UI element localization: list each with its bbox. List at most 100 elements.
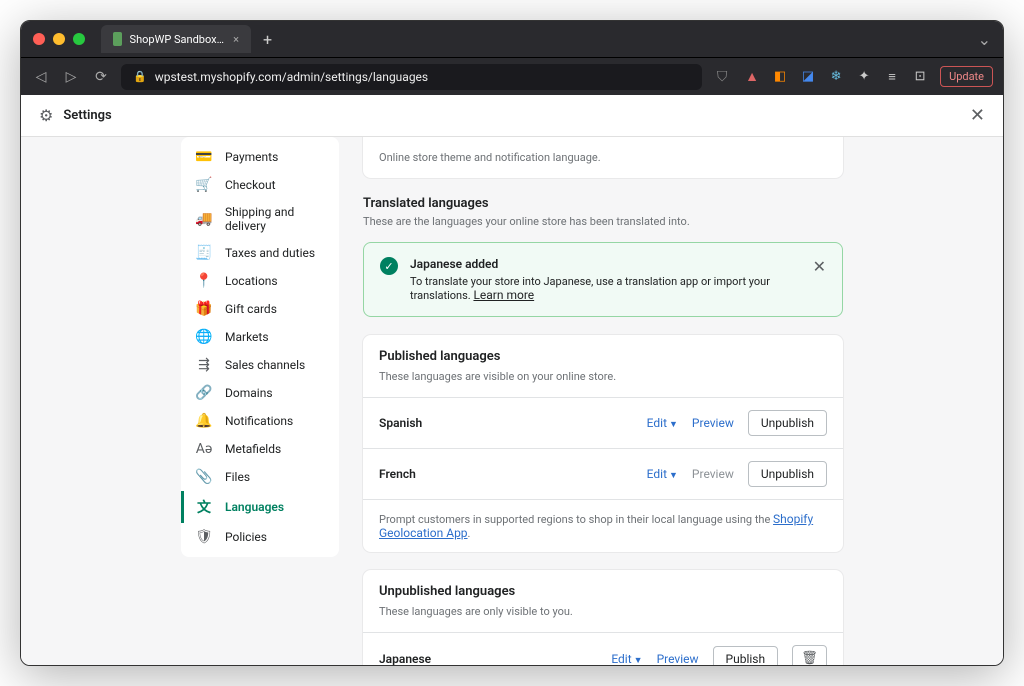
- locations-icon: 📍: [195, 273, 213, 289]
- app-frame: ⚙ Settings ✕ 💳 Payments 🛒Checkout 🚚 Shippi…: [21, 95, 1003, 665]
- sidebar-item-taxes[interactable]: 🧾 Taxes and duties: [181, 239, 339, 267]
- metafields-icon: Aə: [195, 441, 213, 457]
- edit-dropdown[interactable]: Edit▼: [647, 416, 678, 430]
- close-window-button[interactable]: [33, 33, 45, 45]
- shield-icon[interactable]: ⛉: [712, 69, 732, 85]
- banner-title: Japanese added: [410, 257, 801, 271]
- tab-close-icon[interactable]: ×: [233, 33, 239, 46]
- sidebar-item-notifications[interactable]: 🔔 Notifications: [181, 407, 339, 435]
- language-name: Spanish: [379, 416, 422, 430]
- sidebar-item-label: Locations: [225, 274, 278, 288]
- extensions-puzzle-icon[interactable]: ✦: [856, 69, 872, 85]
- theme-desc: Online store theme and notification lang…: [379, 151, 827, 164]
- unpublished-card: Unpublished languages These languages ar…: [363, 570, 843, 665]
- sidebar-item-label: Notifications: [225, 414, 293, 428]
- back-button[interactable]: ◁: [31, 69, 51, 85]
- published-card: Published languages These languages are …: [363, 335, 843, 552]
- minimize-window-button[interactable]: [53, 33, 65, 45]
- unpublished-sub: These languages are only visible to you.: [379, 605, 827, 618]
- delete-button[interactable]: 🗑: [792, 645, 827, 665]
- sidebar-item-gift-cards[interactable]: 🎁 Gift cards: [181, 295, 339, 323]
- unpublish-button[interactable]: Unpublish: [748, 410, 827, 436]
- browser-toolbar: ◁ ▷ ⟳ 🔒 wpstest.myshopify.com/admin/sett…: [21, 57, 1003, 95]
- sidebar-item-metafields[interactable]: Aə Metafields: [181, 435, 339, 463]
- sidebar-item-label: Domains: [225, 386, 273, 400]
- payments-icon: 💳: [195, 149, 213, 165]
- chevron-down-icon: ▼: [669, 471, 678, 481]
- app-header: ⚙ Settings ✕: [21, 95, 1003, 137]
- theme-card: Online store theme and notification lang…: [363, 137, 843, 178]
- bell-icon: 🔔: [195, 413, 213, 429]
- ext-icon-1[interactable]: ◧: [772, 69, 788, 85]
- browser-tab[interactable]: ShopWP Sandbox ~ Store lang… ×: [101, 25, 251, 53]
- banner-close-icon[interactable]: ✕: [813, 257, 826, 276]
- language-name: French: [379, 467, 416, 481]
- main-content: Online store theme and notification lang…: [363, 137, 843, 665]
- ext-icon-3[interactable]: ❄: [828, 69, 844, 85]
- translated-heading: Translated languages: [363, 196, 843, 211]
- publish-button[interactable]: Publish: [713, 646, 779, 666]
- gear-icon: ⚙: [39, 106, 53, 125]
- reload-button[interactable]: ⟳: [91, 69, 111, 85]
- published-sub: These languages are visible on your onli…: [379, 370, 827, 383]
- sidebar-item-payments[interactable]: 💳 Payments: [181, 143, 339, 171]
- sidebar-item-label: Taxes and duties: [225, 246, 315, 260]
- forward-button[interactable]: ▷: [61, 69, 81, 85]
- domains-icon: 🔗: [195, 385, 213, 401]
- unpublish-button[interactable]: Unpublish: [748, 461, 827, 487]
- tab-title: ShopWP Sandbox ~ Store lang…: [130, 33, 226, 46]
- sidebar-item-label: Policies: [225, 530, 267, 544]
- extensions-area: ◧ ◪ ❄ ✦ ≡ ⊡ Update: [772, 66, 993, 87]
- settings-sidebar: 💳 Payments 🛒Checkout 🚚 Shipping and delive…: [181, 137, 339, 557]
- preview-link[interactable]: Preview: [692, 416, 734, 430]
- sidebar-item-markets[interactable]: 🌐Markets: [181, 323, 339, 351]
- unpublished-heading: Unpublished languages: [379, 584, 827, 599]
- new-tab-button[interactable]: +: [263, 30, 272, 49]
- browser-update-button[interactable]: Update: [940, 66, 993, 87]
- shipping-icon: 🚚: [195, 211, 213, 227]
- ext-icon-2[interactable]: ◪: [800, 69, 816, 85]
- files-icon: 📎: [195, 469, 213, 485]
- preview-link: Preview: [692, 467, 734, 481]
- page-title: Settings: [63, 108, 111, 123]
- translated-sub: These are the languages your online stor…: [363, 215, 843, 228]
- chevron-down-icon: ▼: [634, 656, 643, 666]
- sidebar-item-label: Gift cards: [225, 302, 277, 316]
- sidebar-item-label: Shipping and delivery: [225, 205, 325, 233]
- browser-chrome: ShopWP Sandbox ~ Store lang… × + ⌄ ◁ ▷ ⟳…: [21, 21, 1003, 95]
- tabs-menu-icon[interactable]: ⌄: [978, 30, 991, 49]
- address-bar[interactable]: 🔒 wpstest.myshopify.com/admin/settings/l…: [121, 64, 702, 90]
- sidebar-item-policies[interactable]: 🛡 Policies: [181, 523, 339, 551]
- sidebar-item-locations[interactable]: 📍 Locations: [181, 267, 339, 295]
- lock-icon: 🔒: [133, 70, 147, 83]
- sidebar-item-label: Sales channels: [225, 358, 305, 372]
- url-text: wpstest.myshopify.com/admin/settings/lan…: [155, 70, 428, 84]
- sidebar-item-shipping[interactable]: 🚚 Shipping and delivery: [181, 199, 339, 239]
- sidebar-item-files[interactable]: 📎 Files: [181, 463, 339, 491]
- tab-favicon: [113, 32, 122, 46]
- maximize-window-button[interactable]: [73, 33, 85, 45]
- language-row-japanese: Japanese Edit▼ Preview Publish 🗑: [363, 632, 843, 665]
- success-banner: ✓ Japanese added To translate your store…: [363, 242, 843, 317]
- ext-icon-4[interactable]: ≡: [884, 69, 900, 85]
- sidebar-item-checkout[interactable]: 🛒Checkout: [181, 171, 339, 199]
- sidebar-item-label: Metafields: [225, 442, 281, 456]
- check-icon: ✓: [380, 257, 398, 275]
- sidebar-item-label: Payments: [225, 150, 278, 164]
- ext-icon-5[interactable]: ⊡: [912, 69, 928, 85]
- taxes-icon: 🧾: [195, 245, 213, 261]
- close-icon[interactable]: ✕: [970, 105, 985, 126]
- chevron-down-icon: ▼: [669, 420, 678, 430]
- edit-dropdown[interactable]: Edit▼: [647, 467, 678, 481]
- language-row-spanish: Spanish Edit▼ Preview Unpublish: [363, 397, 843, 448]
- banner-learn-more-link[interactable]: Learn more: [473, 288, 534, 302]
- checkout-icon: 🛒: [195, 177, 213, 193]
- gift-icon: 🎁: [195, 301, 213, 317]
- sidebar-item-sales-channels[interactable]: ⇶Sales channels: [181, 351, 339, 379]
- sidebar-item-domains[interactable]: 🔗 Domains: [181, 379, 339, 407]
- sidebar-item-languages[interactable]: 文Languages: [181, 491, 339, 523]
- policies-icon: 🛡: [195, 529, 213, 545]
- published-heading: Published languages: [379, 349, 827, 364]
- sidebar-item-label: Files: [225, 470, 250, 484]
- warning-icon[interactable]: ▲: [742, 68, 762, 85]
